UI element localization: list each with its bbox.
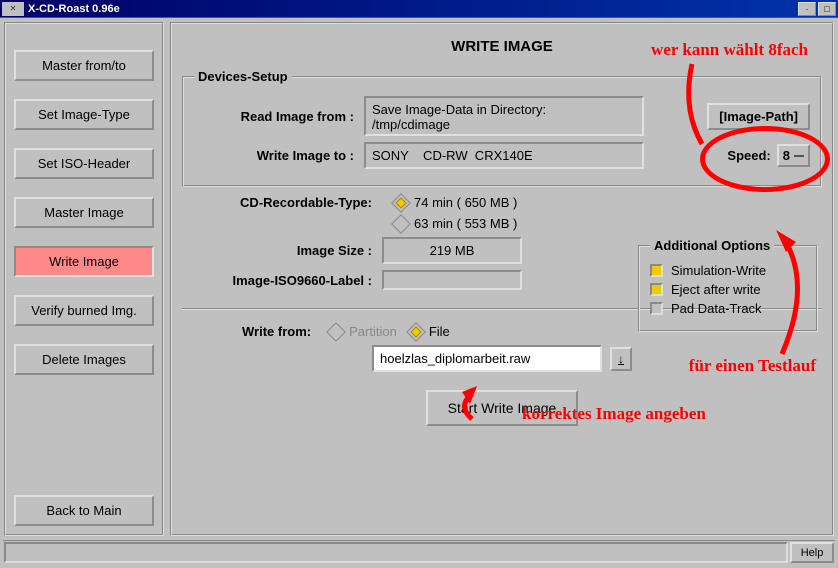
sidebar-delete-images[interactable]: Delete Images xyxy=(14,344,154,375)
additional-options-group: Additional Options Simulation-Write Ejec… xyxy=(638,238,818,332)
check-pad-data-track[interactable] xyxy=(650,302,663,315)
sidebar-verify-burned[interactable]: Verify burned Img. xyxy=(14,295,154,326)
radio-file[interactable] xyxy=(406,322,426,342)
sidebar-set-image-type[interactable]: Set Image-Type xyxy=(14,99,154,130)
image-path-button[interactable]: [Image-Path] xyxy=(707,103,810,130)
maximize-button[interactable]: □ xyxy=(818,2,836,16)
cd-type-opt2: 63 min ( 553 MB ) xyxy=(414,216,517,231)
radio-partition[interactable] xyxy=(326,322,346,342)
speed-select[interactable]: 8 xyxy=(777,144,810,167)
status-field xyxy=(4,542,788,563)
file-dropdown-button[interactable]: ↓ xyxy=(610,347,632,371)
check-eject-after-write[interactable] xyxy=(650,283,663,296)
radio-74min[interactable] xyxy=(391,193,411,213)
cd-type-opt1: 74 min ( 650 MB ) xyxy=(414,195,517,210)
devices-legend: Devices-Setup xyxy=(194,69,292,84)
simulation-write-label: Simulation-Write xyxy=(671,263,766,278)
iso-label-value xyxy=(382,270,522,290)
page-title: WRITE IMAGE xyxy=(182,38,822,55)
window-title: X-CD-Roast 0.96e xyxy=(28,3,796,15)
sidebar-master-image[interactable]: Master Image xyxy=(14,197,154,228)
write-from-label: Write from: xyxy=(242,324,311,339)
read-image-label: Read Image from : xyxy=(194,109,364,124)
file-label: File xyxy=(429,324,450,339)
write-image-label: Write Image to : xyxy=(194,148,364,163)
content-panel: WRITE IMAGE Devices-Setup Read Image fro… xyxy=(170,22,834,536)
eject-after-write-label: Eject after write xyxy=(671,282,761,297)
start-write-image-button[interactable]: Start Write Image xyxy=(426,390,579,426)
titlebar: ✕ X-CD-Roast 0.96e · □ xyxy=(0,0,838,18)
minimize-button[interactable]: · xyxy=(798,2,816,16)
status-bar: Help xyxy=(3,540,835,564)
radio-63min[interactable] xyxy=(391,214,411,234)
sidebar-master-from-to[interactable]: Master from/to xyxy=(14,50,154,81)
sidebar-set-iso-header[interactable]: Set ISO-Header xyxy=(14,148,154,179)
sidebar-write-image[interactable]: Write Image xyxy=(14,246,154,277)
image-size-value: 219 MB xyxy=(382,237,522,264)
pad-data-track-label: Pad Data-Track xyxy=(671,301,762,316)
image-size-label: Image Size : xyxy=(182,243,382,258)
sidebar-back-to-main[interactable]: Back to Main xyxy=(14,495,154,526)
cd-type-label: CD-Recordable-Type: xyxy=(182,195,382,210)
speed-label: Speed: xyxy=(727,148,770,163)
system-menu-icon[interactable]: ✕ xyxy=(2,2,24,16)
help-button[interactable]: Help xyxy=(790,542,834,563)
partition-label: Partition xyxy=(349,324,397,339)
read-image-value: Save Image-Data in Directory: /tmp/cdima… xyxy=(364,96,644,136)
filename-input[interactable]: hoelzlas_diplomarbeit.raw xyxy=(372,345,602,372)
iso-label-label: Image-ISO9660-Label : xyxy=(182,273,382,288)
devices-setup-group: Devices-Setup Read Image from : Save Ima… xyxy=(182,69,822,187)
addopt-legend: Additional Options xyxy=(650,238,774,253)
check-simulation-write[interactable] xyxy=(650,264,663,277)
sidebar: Master from/to Set Image-Type Set ISO-He… xyxy=(4,22,164,536)
write-image-value: SONY CD-RW CRX140E xyxy=(364,142,644,169)
